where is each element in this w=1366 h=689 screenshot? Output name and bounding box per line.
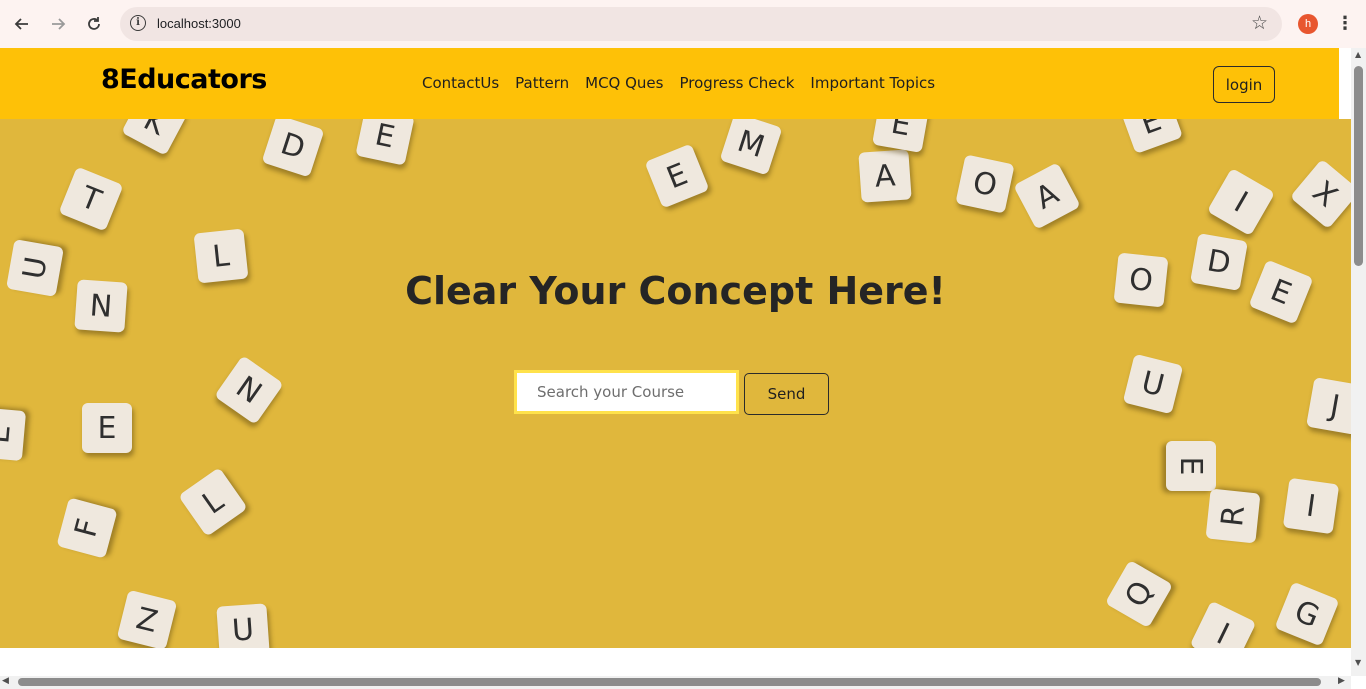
letter-tile: I: [1189, 600, 1257, 648]
nav-link-progress-check[interactable]: Progress Check: [679, 74, 794, 92]
info-icon[interactable]: i: [130, 15, 146, 31]
letter-tile: E: [82, 403, 132, 453]
scroll-right-icon[interactable]: ▶: [1338, 676, 1345, 686]
letter-tile: A: [1013, 162, 1081, 230]
browser-toolbar: i localhost:3000 ☆ h ⋮: [0, 0, 1366, 48]
scroll-down-icon[interactable]: ▼: [1355, 658, 1361, 667]
letter-tile: O: [955, 154, 1015, 214]
letter-tile: J: [1306, 377, 1351, 435]
letter-tile: I: [1206, 167, 1276, 237]
letter-tile: E: [1166, 441, 1216, 491]
arrow-left-icon: [14, 18, 28, 30]
letter-tile: A: [858, 149, 912, 203]
login-button[interactable]: login: [1213, 66, 1275, 103]
letter-tile: E: [1118, 119, 1184, 155]
nav-link-contactus[interactable]: ContactUs: [422, 74, 499, 92]
kebab-menu-icon[interactable]: ⋮: [1336, 13, 1354, 34]
letter-tile: R: [1205, 488, 1261, 544]
horizontal-scrollbar[interactable]: ◀ ▶: [0, 676, 1351, 689]
address-bar[interactable]: i localhost:3000 ☆: [120, 7, 1282, 41]
star-icon[interactable]: ☆: [1251, 12, 1268, 34]
scroll-up-icon[interactable]: ▲: [1355, 50, 1361, 59]
profile-avatar[interactable]: h: [1298, 14, 1318, 34]
hero-title: Clear Your Concept Here!: [405, 269, 946, 313]
brand-logo[interactable]: 8Educators: [101, 64, 267, 95]
arrow-right-icon: [52, 18, 66, 30]
letter-tile: F: [56, 497, 118, 559]
letter-tile: T: [58, 166, 124, 232]
hero-section: K D E T L U N N E E F L Z U M E A O A X …: [0, 119, 1351, 648]
nav-link-mcq-ques[interactable]: MCQ Ques: [585, 74, 663, 92]
letter-tile: U: [216, 603, 270, 648]
reload-button[interactable]: [82, 12, 106, 36]
url-text[interactable]: localhost:3000: [157, 16, 241, 31]
letter-tile: L: [178, 467, 248, 537]
site-header: 8Educators ContactUs Pattern MCQ Ques Pr…: [0, 48, 1339, 119]
send-button[interactable]: Send: [744, 373, 829, 415]
letter-tile: E: [872, 119, 930, 153]
letter-tile: E: [355, 119, 415, 166]
letter-tile: U: [1122, 353, 1184, 415]
letter-tile: D: [261, 119, 325, 178]
letter-tile: I: [1282, 477, 1340, 535]
nav-link-pattern[interactable]: Pattern: [515, 74, 569, 92]
letter-tile: X: [1289, 158, 1351, 230]
letter-tile: E: [0, 406, 27, 462]
letter-tile: N: [214, 355, 284, 425]
vertical-scroll-thumb[interactable]: [1354, 66, 1363, 266]
vertical-scrollbar[interactable]: ▲ ▼: [1351, 48, 1366, 676]
scroll-left-icon[interactable]: ◀: [2, 676, 9, 686]
letter-tile: Q: [1104, 559, 1174, 629]
letter-tile: M: [719, 119, 783, 176]
course-search-input[interactable]: [514, 370, 739, 414]
letter-tile: Z: [116, 589, 178, 648]
nav-link-important-topics[interactable]: Important Topics: [810, 74, 935, 92]
back-button[interactable]: [10, 12, 34, 36]
main-nav: ContactUs Pattern MCQ Ques Progress Chec…: [422, 74, 951, 92]
horizontal-scroll-thumb[interactable]: [18, 678, 1321, 686]
letter-tile: K: [121, 119, 189, 156]
forward-button[interactable]: [46, 12, 70, 36]
letter-tile: G: [1274, 581, 1340, 647]
reload-icon: [88, 17, 100, 30]
letter-tile: E: [644, 143, 710, 209]
